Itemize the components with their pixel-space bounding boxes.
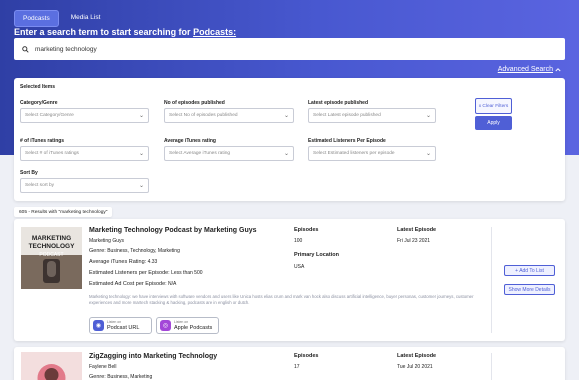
latest-episode-placeholder: Select Latest episode published	[313, 113, 381, 118]
card-divider	[491, 227, 492, 333]
tab-media-list[interactable]: Media List	[63, 10, 109, 27]
episodes-placeholder: Select No of episodes published	[169, 113, 238, 118]
search-input[interactable]	[35, 45, 535, 53]
genre-value: Business, Technology, Marketing	[107, 248, 180, 254]
show-more-details-button[interactable]: Show More Details	[504, 284, 555, 295]
apple-podcasts-icon: ◎	[160, 320, 171, 331]
result-card: ZigZagging into Marketing Technology Fay…	[14, 347, 565, 380]
podcast-icon: ◉	[93, 320, 104, 331]
itunes-ratings-select[interactable]: Select # of iTunes ratings ⌄	[20, 146, 149, 161]
clear-filters-button[interactable]: x Clear Filters	[475, 98, 512, 114]
category-select[interactable]: Select Category/Genre ⌄	[20, 108, 149, 123]
card-divider	[491, 353, 492, 380]
genre-label: Genre:	[89, 374, 106, 380]
podcast-rating: Average iTunes Rating: 4.33	[89, 259, 157, 265]
latest-episode-heading: Latest Episode	[397, 353, 437, 359]
thumb-line-3: PODCAST	[39, 252, 63, 258]
podcast-url-button[interactable]: ◉ Listen on Podcast URL	[89, 317, 152, 334]
itunes-ratings-placeholder: Select # of iTunes ratings	[25, 151, 79, 156]
listeners-select[interactable]: Select Estimated listeners per episode ⌄	[308, 146, 436, 161]
avg-rating-placeholder: Select Average iTunes rating	[169, 151, 231, 156]
episodes-heading: Episodes	[294, 353, 319, 359]
tab-bar: Podcasts Media List	[14, 10, 108, 27]
episodes-value: 100	[294, 238, 303, 244]
rating-label: Average iTunes Rating:	[89, 259, 147, 265]
chevron-down-icon: ⌄	[283, 151, 289, 157]
search-icon	[22, 45, 29, 53]
advanced-search-link[interactable]: Advanced Search	[498, 66, 561, 73]
chevron-down-icon: ⌄	[283, 113, 289, 119]
itunes-ratings-label: # of iTunes ratings	[20, 138, 65, 144]
apple-podcasts-button[interactable]: ◎ Listen on Apple Podcasts	[156, 317, 219, 334]
tab-podcasts[interactable]: Podcasts	[14, 10, 59, 27]
episodes-value: 17	[294, 364, 300, 370]
latest-episode-value: Tue Jul 20 2021	[397, 364, 433, 370]
podcasts-link[interactable]: Podcasts:	[193, 27, 236, 37]
chevron-down-icon: ⌄	[425, 151, 431, 157]
podcast-adcost: Estimated Ad Cost per Episode: N/A	[89, 281, 176, 287]
apple-label: Apple Podcasts	[174, 324, 213, 331]
episodes-label: No of episodes published	[164, 100, 225, 106]
podcast-author: Faylene Bell	[89, 364, 117, 370]
sort-select[interactable]: Select sort by ⌄	[20, 178, 149, 193]
episodes-heading: Episodes	[294, 227, 319, 233]
filter-panel: Selected Items Category/Genre Select Cat…	[14, 78, 565, 201]
chevron-up-icon	[555, 68, 561, 72]
podcast-thumbnail	[21, 352, 82, 380]
sort-label: Sort By	[20, 170, 38, 176]
podcast-genre: Genre: Business, Technology, Marketing	[89, 248, 180, 254]
podcast-thumbnail: MARKETING TECHNOLOGY PODCAST	[21, 227, 82, 289]
listeners-value: Less than 500	[171, 270, 203, 276]
category-placeholder: Select Category/Genre	[25, 113, 74, 118]
latest-episode-heading: Latest Episode	[397, 227, 437, 233]
apply-button[interactable]: Apply	[475, 116, 512, 130]
headline-prefix: Enter a search term to start searching f…	[14, 27, 194, 37]
rating-value: 4.33	[147, 259, 158, 265]
chevron-down-icon: ⌄	[138, 151, 144, 157]
location-value: USA	[294, 264, 305, 270]
adcost-label: Estimated Ad Cost per Episode:	[89, 281, 167, 287]
listeners-placeholder: Select Estimated listeners per episode	[313, 151, 395, 156]
episodes-select[interactable]: Select No of episodes published ⌄	[164, 108, 294, 123]
genre-label: Genre:	[89, 248, 106, 254]
chevron-down-icon: ⌄	[138, 183, 144, 189]
listeners-label: Estimated Listeners Per Episode	[308, 138, 386, 144]
avg-rating-select[interactable]: Select Average iTunes rating ⌄	[164, 146, 294, 161]
selected-items-title: Selected Items	[20, 84, 56, 90]
avg-rating-label: Average iTunes rating	[164, 138, 216, 144]
search-headline: Enter a search term to start searching f…	[14, 27, 236, 37]
podcast-author: Marketing Guys	[89, 238, 125, 244]
result-card: MARKETING TECHNOLOGY PODCAST Marketing T…	[14, 219, 565, 341]
podcast-genre: Genre: Business, Marketing	[89, 374, 152, 380]
category-label: Category/Genre	[20, 100, 58, 106]
podcast-description: Marketing technology: we have interviews…	[89, 294, 474, 306]
search-bar[interactable]	[14, 38, 565, 60]
advanced-search-label: Advanced Search	[497, 66, 553, 73]
thumb-line-2: TECHNOLOGY	[29, 243, 76, 250]
thumb-line-1: MARKETING	[32, 235, 71, 242]
latest-episode-select[interactable]: Select Latest episode published ⌄	[308, 108, 436, 123]
results-count: 605 - Results with "marketing technology…	[14, 207, 113, 217]
genre-value: Business, Marketing	[107, 374, 153, 380]
podcast-title[interactable]: Marketing Technology Podcast by Marketin…	[89, 227, 257, 234]
chevron-down-icon: ⌄	[138, 113, 144, 119]
adcost-value: N/A	[168, 281, 177, 287]
add-to-list-button[interactable]: + Add To List	[504, 265, 555, 276]
location-heading: Primary Location	[294, 252, 339, 258]
listeners-label: Estimated Listeners per Episode:	[89, 270, 170, 276]
latest-episode-value: Fri Jul 23 2021	[397, 238, 431, 244]
podcast-listeners: Estimated Listeners per Episode: Less th…	[89, 270, 203, 276]
podcast-title[interactable]: ZigZagging into Marketing Technology	[89, 353, 217, 360]
sort-placeholder: Select sort by	[25, 183, 55, 188]
podcast-url-label: Podcast URL	[107, 324, 140, 331]
chevron-down-icon: ⌄	[425, 113, 431, 119]
latest-episode-label: Latest episode published	[308, 100, 369, 106]
